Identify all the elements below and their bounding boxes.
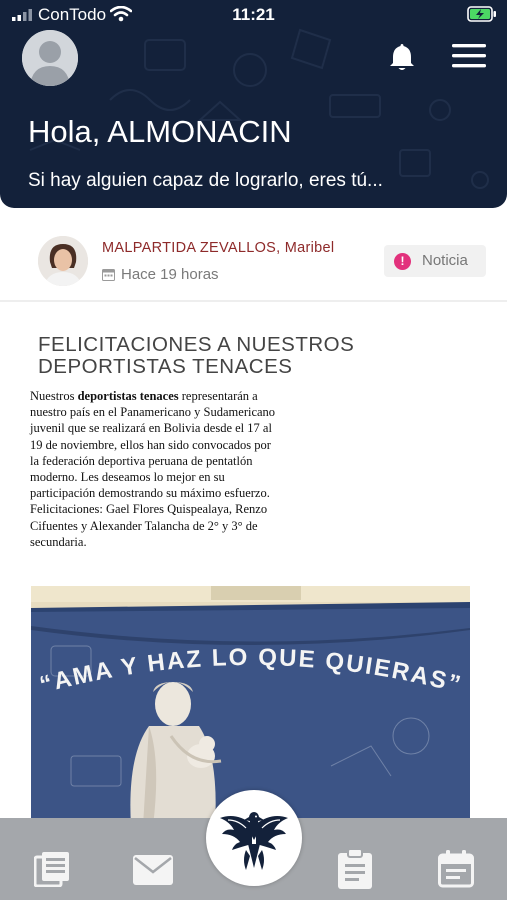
phoenix-logo-icon <box>220 812 288 870</box>
bell-icon[interactable] <box>388 42 416 72</box>
article-title: FELICITACIONES A NUESTROS DEPORTISTAS TE… <box>38 333 355 378</box>
menu-icon[interactable] <box>452 44 486 68</box>
author-surname: MALPARTIDA ZEVALLOS <box>102 240 277 256</box>
author-avatar <box>38 236 88 286</box>
school-logo-button[interactable] <box>206 790 302 886</box>
greeting: Hola, ALMONACIN <box>28 114 292 149</box>
clock: 11:21 <box>232 5 275 24</box>
badge-label: Noticia <box>422 252 468 269</box>
post-header: MALPARTIDA ZEVALLOS, Maribel Hace 19 hor… <box>0 222 507 302</box>
mail-icon[interactable] <box>133 855 173 885</box>
post-time-text: Hace 19 horas <box>121 266 219 283</box>
clipboard-icon[interactable] <box>338 849 372 889</box>
author-given-name: , Maribel <box>276 240 335 256</box>
body-text-bold: deportistas tenaces <box>77 389 179 403</box>
calendar-icon[interactable] <box>438 850 474 888</box>
user-avatar[interactable] <box>22 30 78 86</box>
post-time: Hace 19 horas <box>102 266 219 283</box>
tagline: Si hay alguien capaz de lograrlo, eres t… <box>28 170 383 191</box>
news-badge: ! Noticia <box>384 245 486 277</box>
news-icon[interactable] <box>34 851 70 887</box>
alert-icon: ! <box>394 253 411 270</box>
body-text-rest: representarán a nuestro país en el Panam… <box>30 389 276 549</box>
author-photo-icon <box>38 236 88 286</box>
article-body: Nuestros deportistas tenaces representar… <box>30 388 283 550</box>
status-bar: ConTodo 11:21 <box>0 0 507 30</box>
battery-charging-icon <box>467 6 496 22</box>
header: ConTodo 11:21 Hola, ALMONACIN Si hay alg… <box>0 0 507 208</box>
user-silhouette-icon <box>22 30 78 86</box>
body-text-start: Nuestros <box>30 389 78 403</box>
calendar-small-icon <box>102 269 115 281</box>
author-name[interactable]: MALPARTIDA ZEVALLOS, Maribel <box>102 240 334 256</box>
